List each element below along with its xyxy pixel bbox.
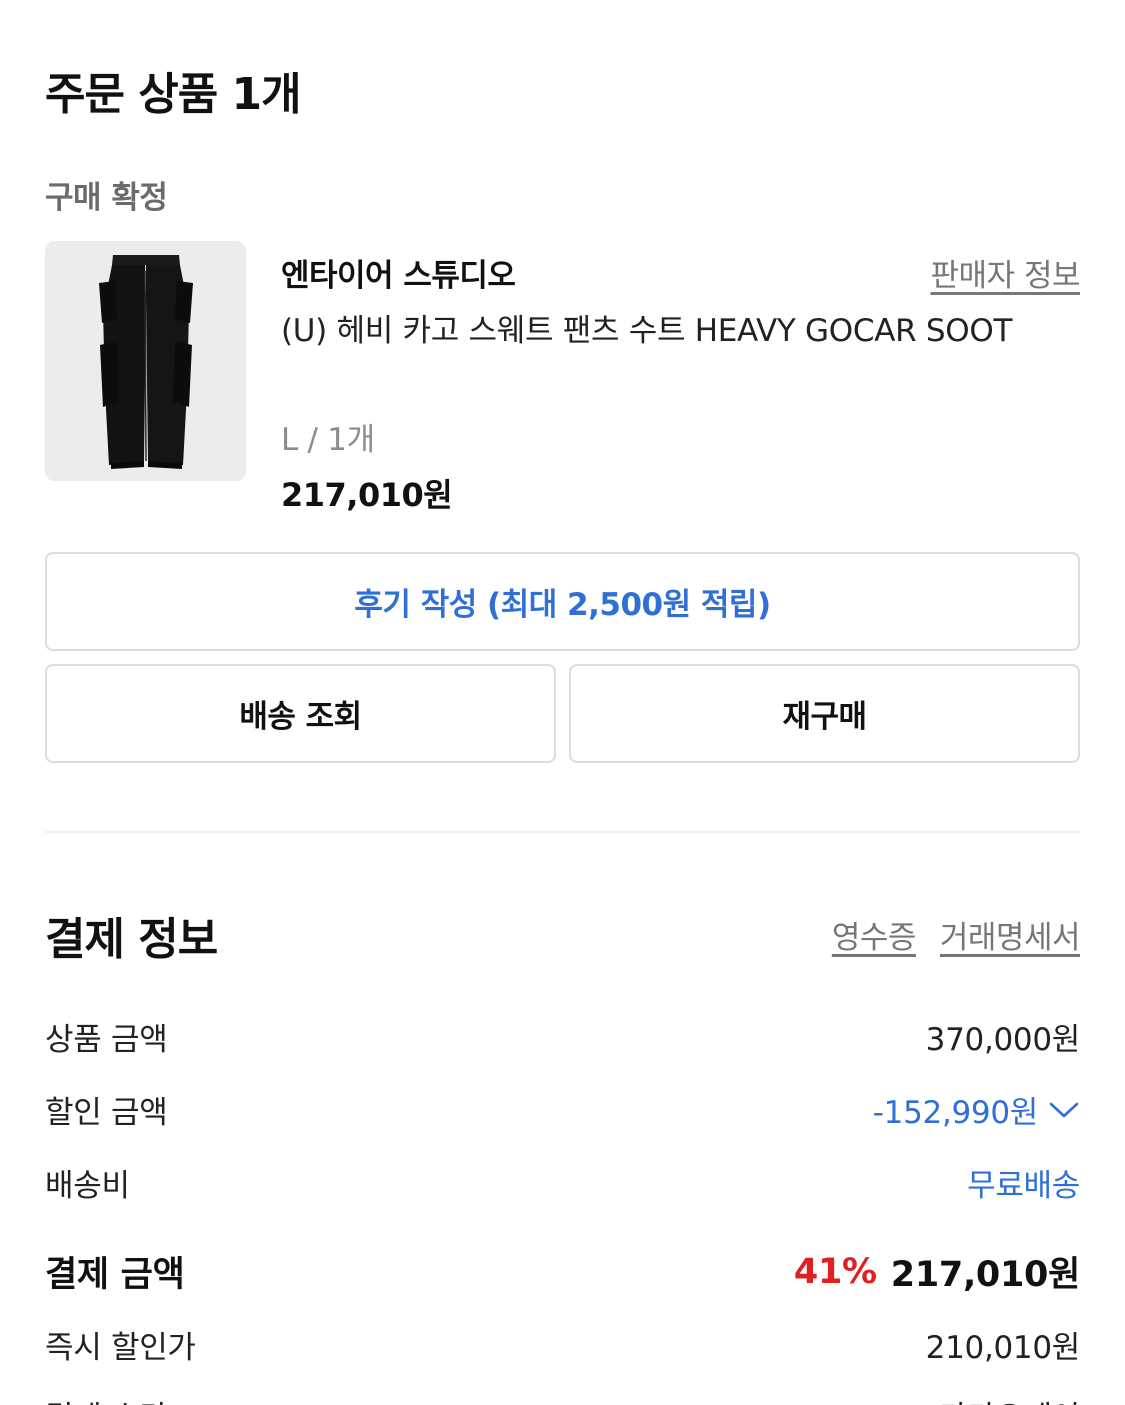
write-review-button[interactable]: 후기 작성 (최대 2,500원 적립) (45, 552, 1080, 651)
total-payment-value: 217,010원 (890, 1255, 1081, 1295)
discount-amount-label: 할인 금액 (45, 1095, 168, 1131)
discount-amount-row[interactable]: 할인 금액 -152,990원 (45, 1087, 1080, 1132)
receipt-link[interactable]: 영수증 (832, 912, 917, 957)
payment-method-label: 결제 수단 (45, 1392, 168, 1405)
payment-method-row: 결제 수단 카카오페이 (45, 1392, 1080, 1405)
discount-amount-value: -152,990원 (872, 1095, 1039, 1131)
cargo-pants-image (45, 241, 246, 481)
product-name[interactable]: (U) 헤비 카고 스웨트 팬츠 수트 HEAVY GOCAR SOOT (281, 306, 1041, 356)
total-payment-label: 결제 금액 (45, 1255, 185, 1295)
product-option: L / 1개 (281, 422, 375, 458)
order-status-label: 구매 확정 (45, 180, 168, 216)
payment-info-title: 결제 정보 (45, 914, 218, 965)
chevron-down-icon (1049, 1102, 1079, 1117)
instant-discount-label: 즉시 할인가 (45, 1330, 196, 1366)
section-divider (45, 831, 1080, 833)
seller-info-link[interactable]: 판매자 정보 (931, 250, 1081, 295)
discount-amount-toggle[interactable]: -152,990원 (873, 1087, 1080, 1132)
shipping-fee-row: 배송비 무료배송 (45, 1160, 1080, 1205)
payment-method-value: 카카오페이 (939, 1392, 1080, 1405)
product-price: 217,010원 (281, 476, 453, 514)
total-payment-value-group: 41% 217,010원 (794, 1246, 1080, 1297)
shipping-fee-label: 배송비 (45, 1168, 130, 1204)
instant-discount-row: 즉시 할인가 210,010원 (45, 1322, 1080, 1367)
order-items-title: 주문 상품 1개 (45, 69, 302, 120)
payment-doc-links: 영수증 거래명세서 (832, 912, 1081, 957)
product-amount-row: 상품 금액 370,000원 (45, 1014, 1080, 1059)
rebuy-button[interactable]: 재구매 (569, 664, 1080, 763)
product-amount-value: 370,000원 (925, 1022, 1081, 1058)
product-image[interactable] (45, 241, 246, 481)
total-payment-row: 결제 금액 41% 217,010원 (45, 1246, 1080, 1297)
track-delivery-button[interactable]: 배송 조회 (45, 664, 556, 763)
shipping-fee-value: 무료배송 (967, 1168, 1080, 1204)
brand-name[interactable]: 엔타이어 스튜디오 (281, 250, 516, 295)
instant-discount-value: 210,010원 (925, 1330, 1081, 1366)
transaction-statement-link[interactable]: 거래명세서 (940, 912, 1081, 957)
discount-rate: 41% (793, 1251, 877, 1292)
product-amount-label: 상품 금액 (45, 1022, 168, 1058)
order-detail-page: 주문 상품 1개 구매 확정 엔타이어 스튜디오 판매자 정보 (U) 헤비 카… (0, 0, 1125, 1405)
